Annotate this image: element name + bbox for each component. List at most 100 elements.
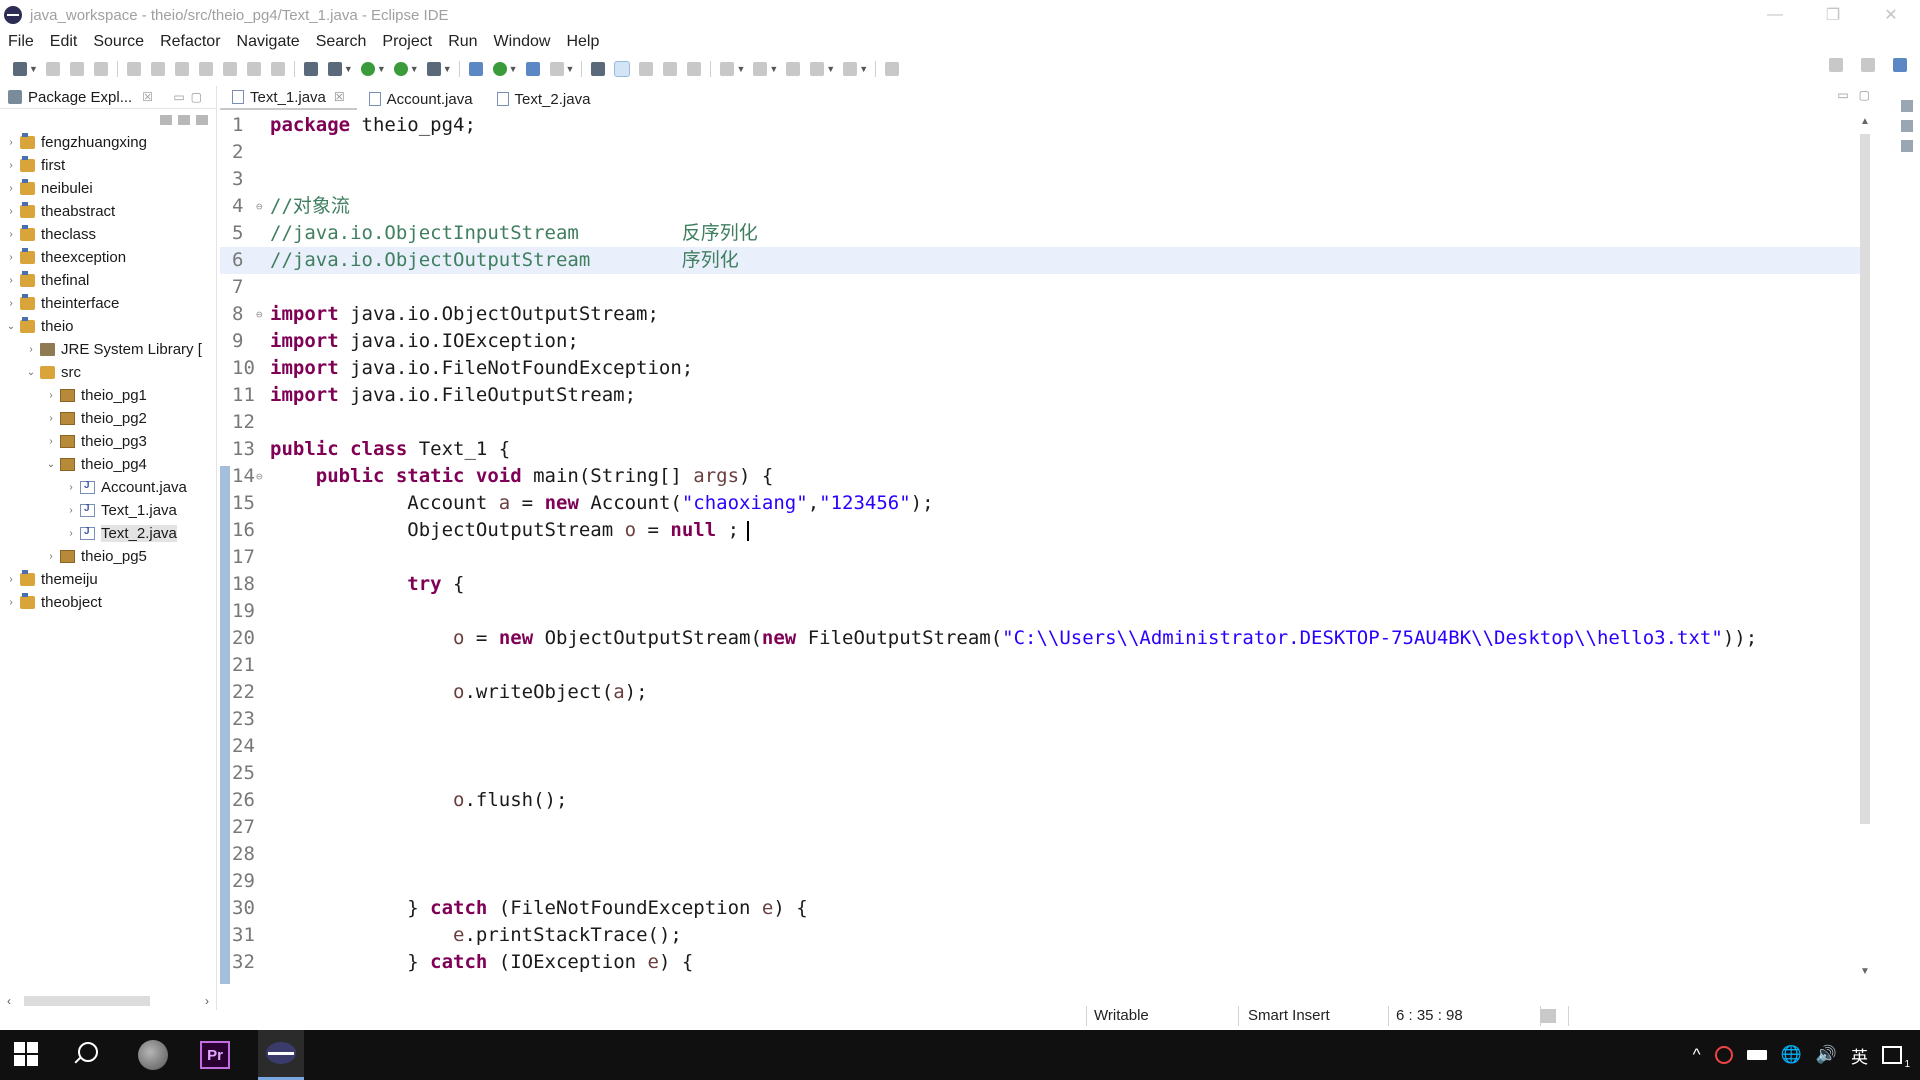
new-package-icon[interactable] <box>492 62 507 76</box>
editor-minmax-controls[interactable]: ▭▢ <box>1837 88 1880 102</box>
code-line[interactable]: 5//java.io.ObjectInputStream 反序列化 <box>220 220 1860 247</box>
premiere-pro-icon[interactable]: Pr <box>200 1041 230 1069</box>
menu-file[interactable]: File <box>0 33 42 51</box>
tree-item[interactable]: ⌄ src <box>0 361 216 384</box>
code-line[interactable]: 22 o.writeObject(a); <box>220 679 1860 706</box>
code-line[interactable]: 6//java.io.ObjectOutputStream 序列化 <box>220 247 1860 274</box>
task-list-icon[interactable] <box>1901 120 1913 132</box>
chevron-down-icon[interactable]: ▼ <box>377 64 386 74</box>
skip-breakpoints-icon[interactable] <box>126 62 141 76</box>
code-line[interactable]: 16 ObjectOutputStream o = null ; <box>220 517 1860 544</box>
chevron-right-icon[interactable]: › <box>6 275 16 286</box>
open-type-icon[interactable] <box>525 62 540 76</box>
chevron-right-icon[interactable]: › <box>6 229 16 240</box>
volume-icon[interactable]: 🔊 <box>1816 1045 1837 1065</box>
tab-account-java[interactable]: Account.java <box>357 88 485 110</box>
code-line[interactable]: 28 <box>220 841 1860 868</box>
code-line[interactable]: 11 import java.io.FileOutputStream; <box>220 382 1860 409</box>
chevron-right-icon[interactable]: › <box>6 298 16 309</box>
code-line[interactable]: 32 } catch (IOException e) { <box>220 949 1860 976</box>
menu-help[interactable]: Help <box>558 33 607 51</box>
tree-item[interactable]: › theexception <box>0 246 216 269</box>
tree-item[interactable]: › Account.java <box>0 476 216 499</box>
console-icon[interactable] <box>1901 140 1913 152</box>
fold-toggle-icon[interactable]: ⊖ <box>256 193 263 220</box>
maximize-button[interactable]: ❐ <box>1804 0 1862 30</box>
toggle-word-wrap-icon[interactable] <box>639 62 654 76</box>
previous-annotation-icon[interactable] <box>753 62 768 76</box>
view-minmax-controls[interactable]: ▭▢ <box>173 90 216 104</box>
menu-search[interactable]: Search <box>308 33 375 51</box>
code-line[interactable]: 3 <box>220 166 1860 193</box>
code-line[interactable]: 27 <box>220 814 1860 841</box>
tree-item[interactable]: › first <box>0 154 216 177</box>
chevron-down-icon[interactable]: ▼ <box>826 64 835 74</box>
chevron-right-icon[interactable]: › <box>66 482 76 493</box>
next-annotation-icon[interactable] <box>720 62 735 76</box>
last-edit-location-icon[interactable] <box>786 62 801 76</box>
show-whitespace-icon[interactable] <box>687 62 702 76</box>
tree-item[interactable]: › Text_1.java <box>0 499 216 522</box>
notification-center-icon[interactable] <box>1882 1046 1910 1070</box>
code-line[interactable]: 10 import java.io.FileNotFoundException; <box>220 355 1860 382</box>
eclipse-taskbar-icon[interactable] <box>258 1030 304 1080</box>
code-line[interactable]: 18 try { <box>220 571 1860 598</box>
step-into-icon[interactable] <box>246 62 261 76</box>
chevron-right-icon[interactable]: › <box>46 551 56 562</box>
tree-item[interactable]: ⌄ theio <box>0 315 216 338</box>
chevron-down-icon[interactable]: ▼ <box>410 64 419 74</box>
tree-item[interactable]: › JRE System Library [ <box>0 338 216 361</box>
print-icon[interactable] <box>93 62 108 76</box>
battery-icon[interactable] <box>1746 1050 1767 1060</box>
fold-toggle-icon[interactable]: ⊖ <box>256 463 263 490</box>
tree-item[interactable]: › theio_pg5 <box>0 545 216 568</box>
package-explorer-tab[interactable]: Package Expl... ☒ ▭▢ <box>0 86 216 109</box>
tree-item[interactable]: › neibulei <box>0 177 216 200</box>
chevron-right-icon[interactable]: › <box>6 597 16 608</box>
debug-icon[interactable] <box>327 62 342 76</box>
coverage-icon[interactable] <box>393 62 408 76</box>
code-line[interactable]: 2 <box>220 139 1860 166</box>
new-java-project-icon[interactable] <box>468 62 483 76</box>
chevron-right-icon[interactable]: › <box>46 413 56 424</box>
chevron-right-icon[interactable]: › <box>6 183 16 194</box>
code-line[interactable]: 1 package theio_pg4; <box>220 112 1860 139</box>
tree-item[interactable]: › theinterface <box>0 292 216 315</box>
save-all-icon[interactable] <box>69 62 84 76</box>
chevron-down-icon[interactable]: ⌄ <box>26 367 36 378</box>
close-icon[interactable]: ☒ <box>334 90 345 104</box>
toggle-mark-occurrences-icon[interactable] <box>614 61 631 77</box>
save-icon[interactable] <box>45 62 60 76</box>
menu-project[interactable]: Project <box>374 33 440 51</box>
chevron-down-icon[interactable]: ▼ <box>566 64 575 74</box>
toggle-block-selection-icon[interactable] <box>663 62 678 76</box>
menu-refactor[interactable]: Refactor <box>152 33 228 51</box>
scrollbar-thumb[interactable] <box>1860 134 1870 824</box>
resume-icon[interactable] <box>150 62 165 76</box>
tree-item[interactable]: › theio_pg1 <box>0 384 216 407</box>
input-method-indicator[interactable]: 英 <box>1851 1043 1868 1068</box>
step-over-icon[interactable] <box>270 62 285 76</box>
menu-window[interactable]: Window <box>486 33 559 51</box>
tree-item[interactable]: › theabstract <box>0 200 216 223</box>
tree-item[interactable]: › thefinal <box>0 269 216 292</box>
tab-text-2-java[interactable]: Text_2.java <box>485 88 603 110</box>
view-menu-icon[interactable] <box>196 115 208 125</box>
suspend-icon[interactable] <box>174 62 189 76</box>
terminate-icon[interactable] <box>198 62 213 76</box>
disconnect-icon[interactable] <box>222 62 237 76</box>
chevron-down-icon[interactable]: ▼ <box>443 64 452 74</box>
menu-edit[interactable]: Edit <box>42 33 86 51</box>
code-line[interactable]: 23 <box>220 706 1860 733</box>
code-line[interactable]: 26 o.flush(); <box>220 787 1860 814</box>
pin-editor-icon[interactable] <box>885 62 900 76</box>
code-line[interactable]: 13 public class Text_1 { <box>220 436 1860 463</box>
tree-item[interactable]: › theobject <box>0 591 216 614</box>
chevron-right-icon[interactable]: › <box>46 390 56 401</box>
tree-item[interactable]: › fengzhuangxing <box>0 131 216 154</box>
code-line[interactable]: 8 ⊖ import java.io.ObjectOutputStream; <box>220 301 1860 328</box>
tab-text-1-java[interactable]: Text_1.java ☒ <box>220 86 357 110</box>
tree-item[interactable]: › Text_2.java <box>0 522 216 545</box>
new-icon[interactable] <box>13 62 27 76</box>
chevron-down-icon[interactable]: ▼ <box>29 64 38 74</box>
